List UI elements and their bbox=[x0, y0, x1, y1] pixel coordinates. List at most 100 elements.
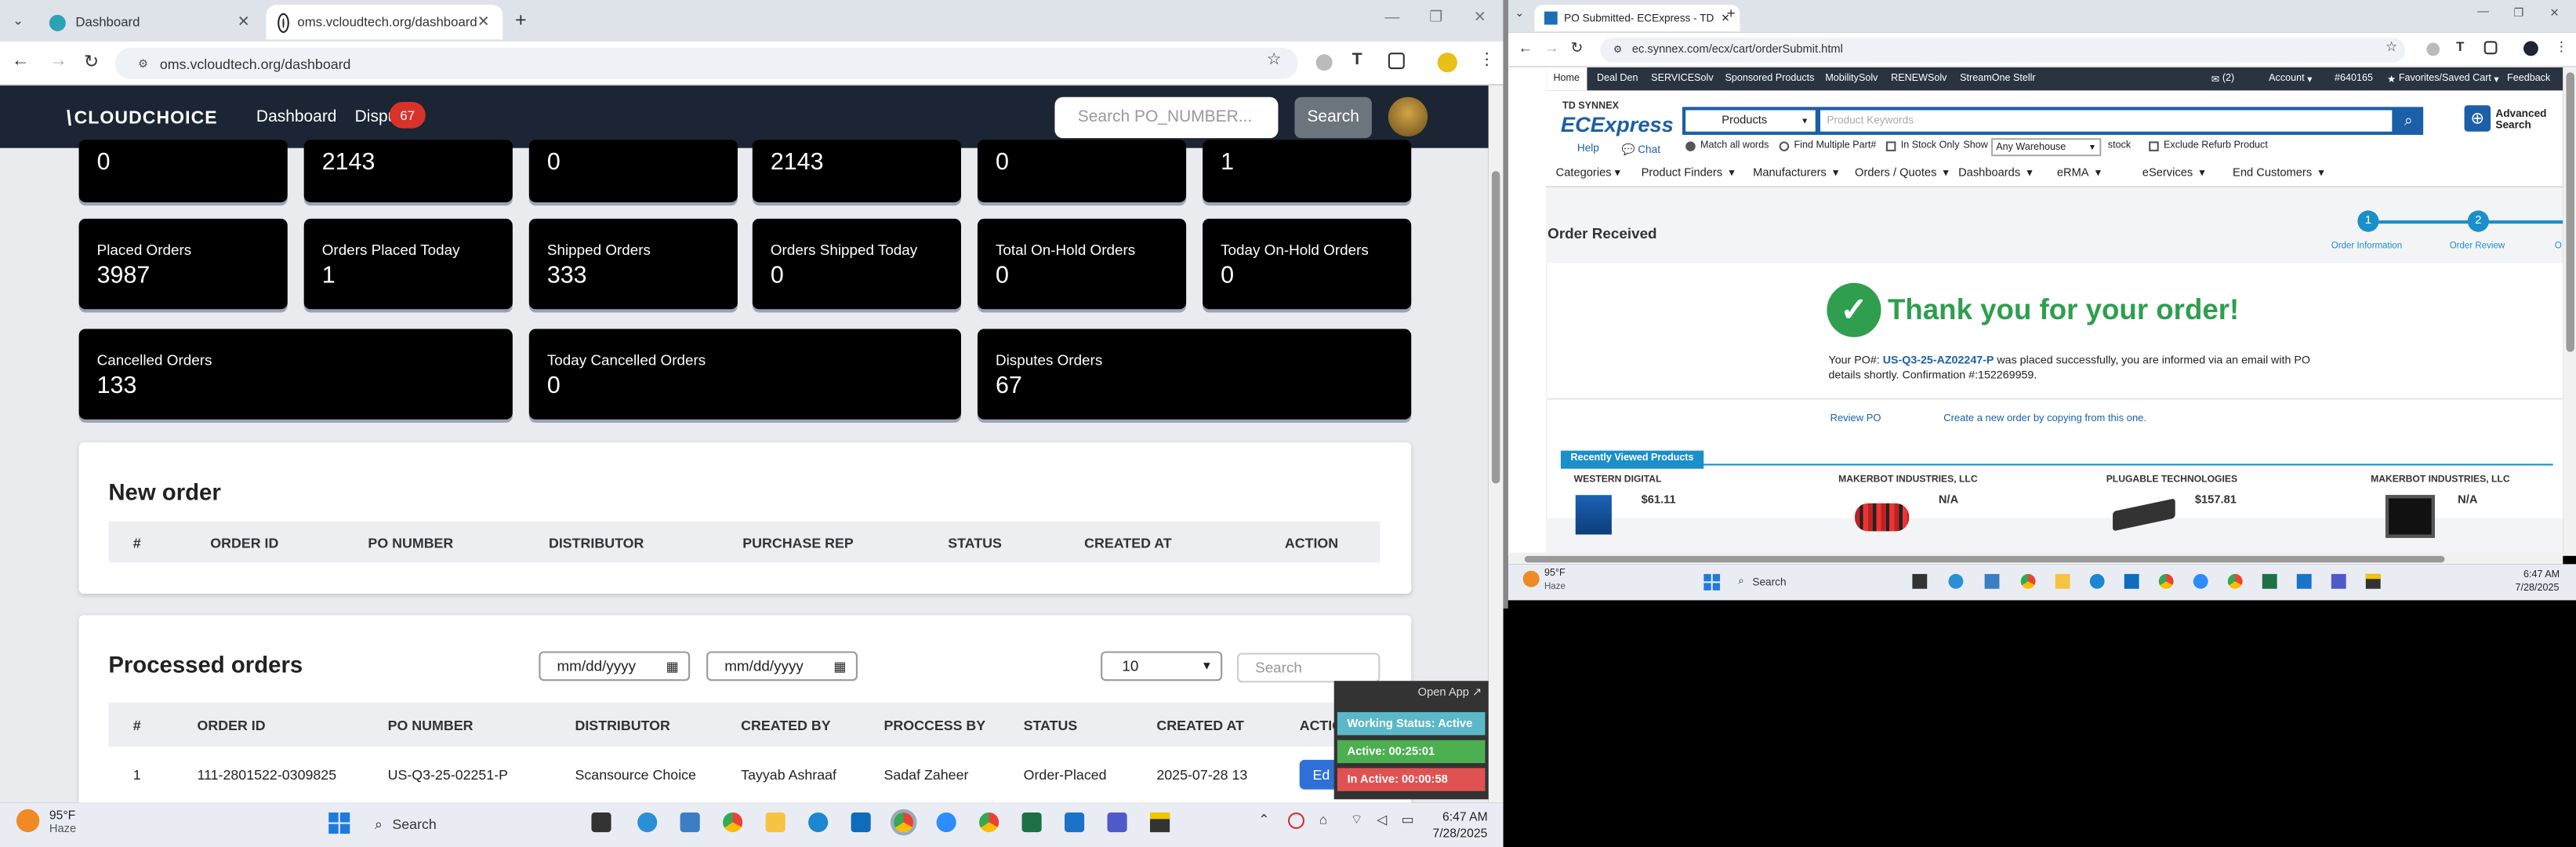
calendar-icon[interactable]: ▦ bbox=[833, 659, 846, 674]
edge-icon[interactable] bbox=[1948, 573, 1964, 589]
stat-card-orders-placed-today[interactable]: Orders Placed Today 1 bbox=[303, 218, 513, 310]
product-image[interactable] bbox=[1855, 503, 1910, 532]
file-explorer-icon[interactable] bbox=[2055, 573, 2070, 589]
product-image[interactable] bbox=[2385, 495, 2435, 538]
bookmark-star-icon[interactable]: ☆ bbox=[1267, 51, 1282, 69]
weather-icon[interactable] bbox=[1522, 570, 1540, 587]
photos-icon[interactable] bbox=[2296, 573, 2312, 589]
browser-menu-icon[interactable]: ⋮ bbox=[1478, 51, 1495, 69]
tab-dashboard[interactable]: Dashboard ✕ bbox=[36, 5, 263, 39]
window-close-button[interactable]: ✕ bbox=[1474, 8, 1486, 26]
maximize-button[interactable]: ❐ bbox=[1429, 8, 1442, 26]
advanced-search-link[interactable]: Advanced Search bbox=[2495, 108, 2546, 131]
ecexpress-logo[interactable]: ECExpress bbox=[1561, 112, 1674, 136]
chat-link[interactable]: 💬 Chat bbox=[1621, 143, 1660, 156]
clock-date[interactable]: 7/28/2025 bbox=[1432, 826, 1487, 841]
scrollbar-thumb[interactable] bbox=[1524, 554, 2445, 562]
nav-orders-quotes[interactable]: Orders / Quotes ▾ bbox=[1855, 166, 1949, 180]
sticky-notes-icon[interactable] bbox=[2365, 573, 2381, 589]
po-number-link[interactable]: US-Q3-25-AZ02247-P bbox=[1883, 355, 1994, 367]
menu-account[interactable]: Account ▾ bbox=[2269, 67, 2312, 90]
taskbar-search[interactable]: ⌕ Search bbox=[1738, 573, 1896, 592]
nav-eservices[interactable]: eServices ▾ bbox=[2142, 166, 2205, 180]
close-tab-icon[interactable]: ✕ bbox=[238, 13, 250, 31]
calculator-icon[interactable] bbox=[680, 812, 700, 833]
stat-card-disputes-orders[interactable]: Disputes Orders 67 bbox=[977, 329, 1412, 420]
security-tray-icon[interactable] bbox=[1288, 812, 1304, 829]
chrome-active-icon[interactable] bbox=[2158, 573, 2174, 589]
network-tray-icon[interactable]: ⌂ bbox=[1319, 812, 1327, 827]
stat-card-orders-shipped-today[interactable]: Orders Shipped Today 0 bbox=[752, 218, 961, 310]
calendar-icon[interactable]: ▦ bbox=[666, 659, 679, 674]
tray-chevron-icon[interactable]: ⌃ bbox=[1258, 812, 1269, 827]
stat-card-today-cancelled[interactable]: Today Cancelled Orders 0 bbox=[528, 329, 961, 420]
clock-time[interactable]: 6:47 AM bbox=[2523, 571, 2560, 581]
zoom-icon[interactable] bbox=[936, 812, 956, 833]
tab-po-submitted[interactable]: PO Submitted- ECExpress - TD ✕ bbox=[1534, 5, 1740, 31]
help-link[interactable]: Help bbox=[1577, 143, 1599, 154]
scrollbar-thumb[interactable] bbox=[1491, 171, 1500, 484]
menu-streamone-stellr[interactable]: StreamOne Stellr bbox=[1960, 67, 2035, 90]
scrollbar-thumb[interactable] bbox=[2565, 72, 2574, 352]
forward-icon[interactable]: → bbox=[49, 51, 67, 71]
reload-icon[interactable]: ↻ bbox=[1570, 39, 1583, 57]
stat-card-placed-orders[interactable]: Placed Orders 3987 bbox=[78, 218, 288, 310]
chrome-active-icon[interactable] bbox=[890, 809, 917, 836]
edge-browser-icon[interactable] bbox=[2089, 573, 2105, 589]
date-to-input[interactable]: mm/dd/yyyy ▦ bbox=[706, 651, 858, 682]
open-app-link[interactable]: Open App ↗ bbox=[1418, 685, 1482, 700]
nav-erma[interactable]: eRMA ▾ bbox=[2057, 166, 2101, 180]
start-windows-icon[interactable] bbox=[328, 812, 350, 834]
left-scrollbar[interactable] bbox=[1488, 85, 1504, 803]
search-icon[interactable]: ⌕ bbox=[2397, 111, 2420, 132]
volume-icon[interactable]: ◁ bbox=[1377, 812, 1387, 827]
nav-dashboards[interactable]: Dashboards ▾ bbox=[1958, 166, 2033, 180]
excel-icon[interactable] bbox=[2262, 573, 2277, 589]
table-row[interactable]: 1 111-2801522-0309825 US-Q3-25-02251-P S… bbox=[108, 753, 1380, 796]
site-info-icon[interactable]: ⚙ bbox=[1613, 45, 1622, 56]
chrome-icon[interactable] bbox=[723, 812, 743, 833]
weather-icon[interactable] bbox=[16, 809, 40, 833]
right-vertical-scrollbar[interactable] bbox=[2563, 67, 2576, 556]
menu-mobilitysolv[interactable]: MobilitySolv bbox=[1825, 67, 1878, 90]
clock-time[interactable]: 6:47 AM bbox=[1442, 809, 1488, 824]
battery-icon[interactable]: ▭ bbox=[1402, 812, 1414, 827]
extensions-puzzle-icon[interactable] bbox=[2483, 41, 2498, 55]
outlook-icon[interactable] bbox=[2124, 573, 2139, 589]
menu-favorites[interactable]: ★ Favorites/Saved Cart ▾ bbox=[2387, 67, 2499, 90]
forward-icon[interactable]: → bbox=[1544, 39, 1559, 56]
stat-card-cancelled-orders[interactable]: Cancelled Orders 133 bbox=[78, 329, 513, 420]
close-tab-icon[interactable]: ✕ bbox=[477, 13, 490, 31]
calculator-icon[interactable] bbox=[1984, 573, 2000, 589]
stat-card-today-on-hold[interactable]: Today On-Hold Orders 0 bbox=[1203, 218, 1412, 310]
chrome-profile-icon[interactable] bbox=[979, 812, 1000, 833]
exclude-refurb-checkbox[interactable]: Exclude Refurb Product bbox=[2149, 141, 2268, 151]
search-category-select[interactable]: Products ▼ bbox=[1685, 110, 1816, 132]
extensions-puzzle-icon[interactable] bbox=[1388, 53, 1405, 70]
page-size-select[interactable]: 10 ▼ bbox=[1101, 651, 1223, 682]
new-tab-button[interactable]: + bbox=[510, 8, 532, 31]
address-bar[interactable]: ⚙ ec.synnex.com/ecx/cart/orderSubmit.html bbox=[1600, 38, 2406, 63]
browser-menu-icon[interactable]: ⋮ bbox=[2555, 39, 2568, 54]
product-keywords-input[interactable]: Product Keywords bbox=[1820, 110, 2393, 132]
nav-categories[interactable]: Categories ▾ bbox=[1556, 166, 1620, 180]
nav-end-customers[interactable]: End Customers ▾ bbox=[2233, 166, 2324, 180]
edge-icon[interactable] bbox=[637, 812, 658, 833]
teams-icon[interactable] bbox=[2331, 573, 2346, 589]
file-explorer-icon[interactable] bbox=[765, 812, 785, 833]
menu-renewsolv[interactable]: RENEWSolv bbox=[1891, 67, 1947, 90]
chrome-profile-icon[interactable] bbox=[2227, 573, 2243, 589]
edge-browser-icon[interactable] bbox=[808, 812, 829, 833]
excel-icon[interactable] bbox=[1021, 812, 1042, 833]
stat-card-total-on-hold[interactable]: Total On-Hold Orders 0 bbox=[977, 218, 1187, 310]
minimize-button[interactable]: — bbox=[1385, 8, 1400, 24]
bookmark-star-icon[interactable]: ☆ bbox=[2386, 39, 2397, 54]
sticky-notes-icon[interactable] bbox=[1149, 812, 1170, 833]
in-stock-checkbox[interactable]: In Stock Only bbox=[1885, 141, 1960, 151]
product-image[interactable] bbox=[1575, 495, 1612, 535]
site-info-icon[interactable]: ⚙ bbox=[138, 56, 148, 70]
wifi-icon[interactable]: ⌔ bbox=[1351, 812, 1363, 829]
outlook-icon[interactable] bbox=[851, 812, 871, 833]
minimize-button[interactable]: — bbox=[2477, 6, 2489, 18]
right-horizontal-scrollbar[interactable] bbox=[1508, 552, 2563, 565]
